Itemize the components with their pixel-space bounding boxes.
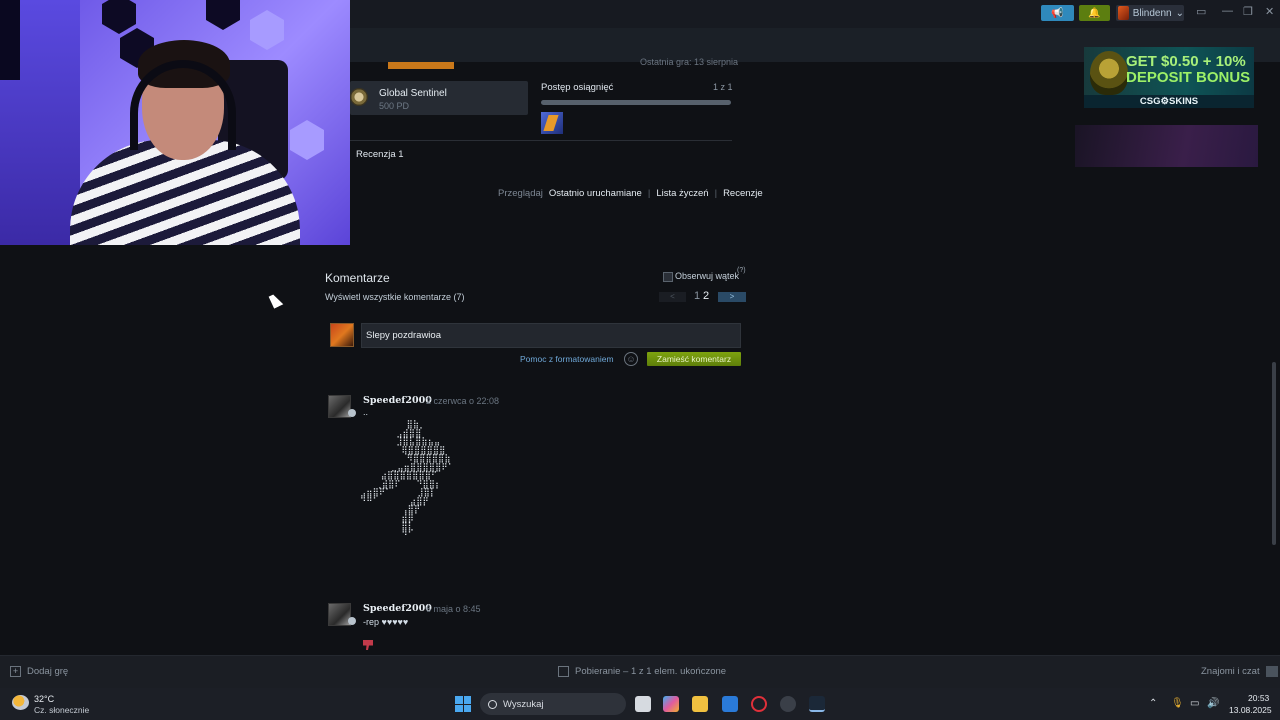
pager-prev-button[interactable]: <	[659, 292, 686, 302]
windows-taskbar: 32°C Cz. słonecznie Wyszukaj ⌃ 🎙 ▭ 🔊 20:…	[0, 688, 1280, 720]
file-explorer-icon[interactable]	[692, 696, 708, 712]
ascii-art: ⣿⣷⡀ ⣠⣾⣿⣿ ⣸⣿⣧⣿⣷⣦⣤ ⢿⣿⣿⣿⣿⣿⣿ ⠻⣿⣿⣿⣿⣿⣷ ⣀⣤⣶⣿⣿⣿⣿…	[360, 420, 454, 541]
link-reviews[interactable]: Recenzje	[723, 188, 763, 199]
badge-xp: 500 PD	[379, 101, 410, 111]
separator: |	[647, 188, 651, 199]
chevron-down-icon: ⌄	[1175, 7, 1184, 19]
download-status: Pobieranie – 1 z 1 elem. ukończone	[575, 666, 727, 677]
download-icon	[558, 666, 569, 677]
pager-next-button[interactable]: >	[718, 292, 746, 302]
monitor-icon[interactable]: ▭	[1196, 5, 1206, 18]
restore-icon[interactable]: ❐	[1243, 5, 1253, 18]
add-game-button[interactable]: + Dodaj grę	[10, 666, 68, 677]
online-status-icon	[348, 409, 356, 417]
achievements-progress-bar	[541, 100, 731, 105]
taskbar-search[interactable]: Wyszukaj	[480, 693, 626, 715]
friends-label: Znajomi i czat	[1201, 666, 1260, 677]
search-placeholder: Wyszukaj	[503, 698, 544, 710]
friends-chat-button[interactable]: Znajomi i czat	[1201, 666, 1278, 677]
comment-text: ..	[363, 407, 369, 417]
subscribe-checkbox[interactable]	[663, 272, 673, 282]
user-menu-button[interactable]: Blindenn ⌄	[1116, 5, 1184, 21]
webcam-overlay	[0, 0, 350, 245]
badge-name: Global Sentinel	[379, 88, 447, 99]
avatar	[330, 323, 354, 347]
comment-date: 2 czerwca o 22:08	[426, 396, 500, 406]
clock-time[interactable]: 20:53	[1248, 693, 1269, 703]
ad-character-image	[1090, 51, 1128, 95]
weather-temperature[interactable]: 32°C	[34, 694, 54, 704]
microphone-icon[interactable]: 🎙	[1171, 698, 1184, 709]
app-icon[interactable]	[780, 696, 796, 712]
badge-icon	[350, 88, 368, 106]
hex-panel	[290, 120, 324, 160]
close-icon[interactable]: ✕	[1265, 5, 1274, 18]
store-icon[interactable]	[722, 696, 738, 712]
subscribe-label[interactable]: Obserwuj wątek	[675, 271, 739, 281]
link-recently-played[interactable]: Ostatnio uruchamiane	[549, 188, 642, 199]
online-status-icon	[348, 617, 356, 625]
pager-page-1[interactable]: 1	[694, 290, 700, 302]
opera-icon[interactable]	[751, 696, 767, 712]
task-view-icon[interactable]	[635, 696, 651, 712]
comments-title: Komentarze	[325, 271, 390, 285]
last-played-label: Ostatnia gra: 13 sierpnia	[640, 57, 739, 67]
username-label: Blindenn	[1132, 7, 1172, 19]
ad-headline: GET $0.50 + 10%	[1126, 53, 1246, 70]
weather-icon[interactable]	[12, 695, 29, 710]
weather-description[interactable]: Cz. słonecznie	[34, 705, 89, 715]
achievements-progress-fill	[541, 100, 731, 105]
separator: |	[714, 188, 718, 199]
chat-icon	[1265, 666, 1278, 677]
link-wishlist[interactable]: Lista życzeń	[656, 188, 708, 199]
downloads-button[interactable]: Pobieranie – 1 z 1 elem. ukończone	[558, 666, 726, 677]
review-count[interactable]: Recenzja 1	[356, 149, 404, 160]
hex-panel	[206, 0, 240, 30]
windows-start-icon[interactable]	[455, 696, 471, 712]
scrollbar[interactable]	[1272, 362, 1276, 545]
minimize-icon[interactable]: —	[1222, 5, 1233, 17]
achievements-count: 1 z 1	[713, 82, 733, 92]
achievements-label: Postęp osiągnięć	[541, 82, 614, 93]
copilot-icon[interactable]	[663, 696, 679, 712]
megaphone-icon[interactable]: 📢	[1041, 5, 1074, 21]
achievement-icon[interactable]	[541, 112, 563, 134]
steam-bottom-bar: + Dodaj grę Pobieranie – 1 z 1 elem. uko…	[0, 655, 1280, 688]
comment-author[interactable]: Speedef2000	[363, 395, 432, 406]
chevron-up-icon[interactable]: ⌃	[1149, 698, 1157, 709]
avatar	[1118, 6, 1129, 20]
pager-page-2[interactable]: 2	[703, 290, 709, 302]
post-comment-button[interactable]: Zamieść komentarz	[647, 352, 741, 366]
hex-panel	[102, 0, 136, 34]
volume-icon[interactable]: 🔊	[1207, 698, 1219, 709]
help-icon[interactable]: (?)	[737, 267, 746, 274]
game-capsule-fragment	[388, 62, 454, 69]
ad-brand: CSG⚙SKINS	[1084, 95, 1254, 108]
comment-text: -rep ♥♥♥♥♥	[363, 617, 409, 627]
comment-date: 6 maja o 8:45	[426, 604, 481, 614]
ad-banner-secondary[interactable]	[1075, 125, 1258, 167]
divider	[350, 140, 732, 141]
show-all-comments-link[interactable]: Wyświetl wszystkie komentarze (7)	[325, 292, 464, 302]
screen: 📢 🔔 Blindenn ⌄ ▭ — ❐ ✕ Ostatnia gra: 13 …	[0, 0, 1280, 720]
display-icon[interactable]: ▭	[1190, 698, 1199, 709]
ad-banner-csgoskins[interactable]: GET $0.50 + 10% DEPOSIT BONUS CSG⚙SKINS	[1084, 47, 1254, 108]
plus-icon: +	[10, 666, 21, 677]
comment-author[interactable]: Speedef2000	[363, 603, 432, 614]
ad-subheadline: DEPOSIT BONUS	[1126, 69, 1251, 86]
add-game-label: Dodaj grę	[27, 666, 69, 677]
steam-icon[interactable]	[809, 696, 825, 712]
browse-label: Przeglądaj	[498, 188, 543, 199]
bell-icon[interactable]: 🔔	[1079, 5, 1110, 21]
formatting-help-link[interactable]: Pomoc z formatowaniem	[520, 354, 614, 364]
hex-panel	[250, 10, 284, 50]
smiley-icon[interactable]: ☺	[624, 352, 638, 366]
comment-input[interactable]	[361, 323, 741, 348]
clock-date[interactable]: 13.08.2025	[1229, 705, 1272, 715]
webcam-shadow	[0, 0, 20, 80]
browse-links: Przeglądaj Ostatnio uruchamiane | Lista …	[498, 188, 763, 199]
search-icon	[488, 699, 497, 709]
